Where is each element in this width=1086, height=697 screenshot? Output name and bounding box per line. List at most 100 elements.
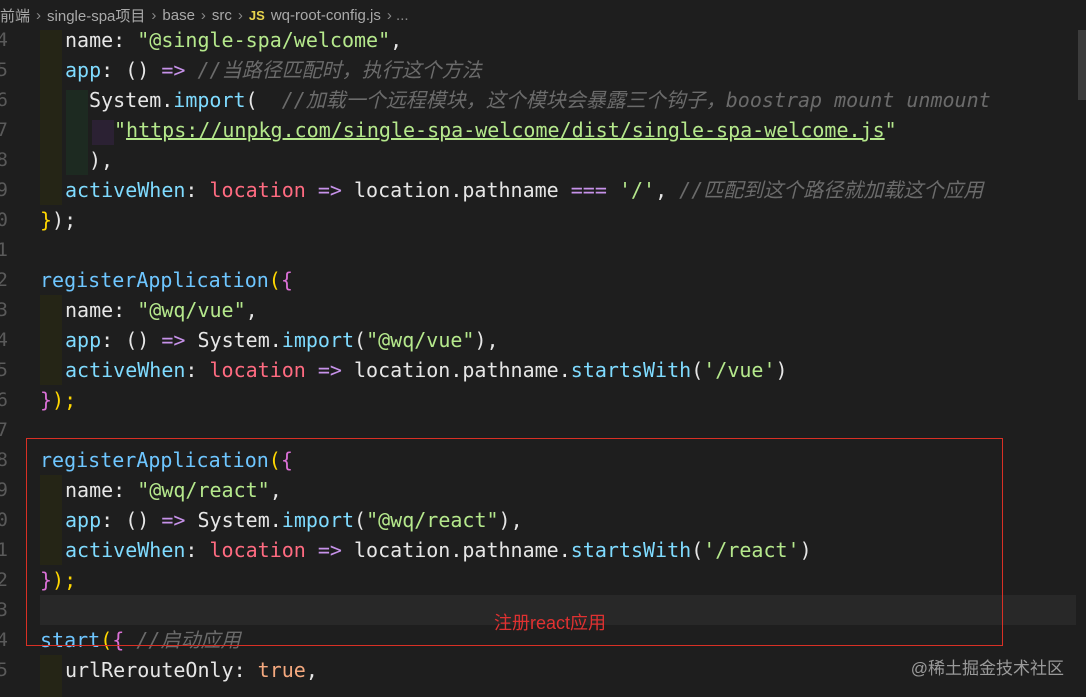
token: location.pathname.: [354, 358, 571, 382]
token: System: [89, 88, 162, 112]
line-number: 7: [0, 419, 8, 441]
line-number: 9: [0, 179, 8, 201]
token: (: [268, 268, 281, 292]
token: name: [65, 30, 114, 52]
token: '/vue': [703, 358, 776, 382]
token: =>: [305, 178, 355, 202]
breadcrumb-separator: ›: [36, 6, 42, 24]
token: true: [257, 658, 306, 682]
breadcrumb-item-src[interactable]: src: [212, 7, 232, 24]
token: import: [281, 328, 355, 352]
line-number: 5: [0, 659, 8, 681]
code-line: 8 ),: [0, 145, 1086, 175]
breadcrumb-item-base[interactable]: base: [162, 7, 195, 24]
code-text: name: "@wq/vue",: [65, 295, 258, 325]
token: =>: [305, 358, 355, 382]
code-line: 5 activeWhen: location => location.pathn…: [0, 355, 1086, 385]
code-line: 4 app: () => System.import("@wq/vue"),: [0, 325, 1086, 355]
token: app: [65, 328, 102, 352]
line-number: 7: [0, 119, 8, 141]
watermark: @稀土掘金技术社区: [910, 659, 1064, 678]
breadcrumb-item-project[interactable]: single-spa项目: [47, 5, 145, 26]
breadcrumb-item-file[interactable]: wq-root-config.js: [271, 7, 381, 24]
token: ": [884, 118, 897, 142]
line-number: 8: [0, 449, 8, 471]
token: ,: [245, 298, 258, 322]
token: startsWith: [570, 358, 692, 382]
token: :: [113, 298, 138, 322]
token: app: [65, 58, 102, 82]
line-number: 0: [0, 509, 8, 531]
token: location.pathname: [354, 178, 559, 202]
line-number: 4: [0, 30, 8, 51]
token: ),: [89, 148, 114, 172]
token: :: [233, 658, 258, 682]
breadcrumb: 前端 › single-spa项目 › base › src › JS wq-r…: [0, 0, 1086, 30]
breadcrumb-item-frontend[interactable]: 前端: [0, 5, 30, 26]
token: (: [691, 358, 704, 382]
code-line: 6 });: [0, 385, 1086, 415]
line-number: 6: [0, 89, 8, 111]
code-line: 2 registerApplication({: [0, 265, 1086, 295]
code-text: registerApplication({: [40, 265, 293, 295]
token: .: [161, 88, 174, 112]
token: ),: [474, 328, 499, 352]
code-text: });: [40, 205, 76, 235]
line-number: 5: [0, 359, 8, 381]
code-text: "https://unpkg.com/single-spa-welcome/di…: [114, 115, 897, 145]
token: :: [101, 58, 126, 82]
token: :: [101, 328, 126, 352]
comment: //加载一个远程模块，这个模块会暴露三个钩子，boostrap mount un…: [281, 88, 991, 112]
token: .: [269, 328, 282, 352]
token: );: [52, 208, 77, 232]
breadcrumb-separator: ›: [151, 6, 157, 24]
token: name: [65, 298, 114, 322]
code-text: ),: [89, 145, 113, 175]
code-line: 7 "https://unpkg.com/single-spa-welcome/…: [0, 115, 1086, 145]
code-text: });: [40, 385, 76, 415]
token: activeWhen: [65, 358, 186, 382]
line-number: 1: [0, 539, 8, 561]
breadcrumb-separator: ›: [237, 6, 243, 24]
line-number: 2: [0, 569, 8, 591]
line-number: 5: [0, 59, 8, 81]
token: import: [173, 88, 246, 112]
token: =>: [161, 58, 186, 82]
token: ": [114, 118, 127, 142]
breadcrumb-trailing[interactable]: › ...: [387, 7, 409, 24]
url-link[interactable]: https://unpkg.com/single-spa-welcome/dis…: [126, 118, 885, 142]
code-line: 0 });: [0, 205, 1086, 235]
token: System: [197, 328, 270, 352]
token: :: [113, 30, 138, 52]
token: ,: [390, 30, 403, 52]
token: );: [52, 388, 77, 412]
token: }: [40, 388, 53, 412]
code-line: 4 name: "@single-spa/welcome",: [0, 30, 1086, 55]
code-text: activeWhen: location => location.pathnam…: [65, 175, 983, 205]
line-number: 4: [0, 629, 8, 651]
token: ,: [305, 658, 318, 682]
code-text: activeWhen: location => location.pathnam…: [65, 355, 788, 385]
js-file-icon: JS: [248, 7, 265, 23]
line-number: 1: [0, 239, 8, 261]
token: registerApplication: [40, 268, 269, 292]
token: "@single-spa/welcome": [137, 30, 391, 52]
token: location: [209, 358, 306, 382]
line-number: 0: [0, 209, 8, 231]
token: =>: [161, 328, 186, 352]
token: location: [209, 178, 306, 202]
code-line: 3 name: "@wq/vue",: [0, 295, 1086, 325]
token: :: [185, 358, 210, 382]
code-text: name: "@single-spa/welcome",: [65, 30, 402, 55]
code-text: app: () => //当路径匹配时，执行这个方法: [65, 55, 482, 85]
line-number: 3: [0, 599, 8, 621]
line-number: 6: [0, 389, 8, 411]
comment: //当路径匹配时，执行这个方法: [197, 58, 482, 82]
breadcrumb-separator: ›: [200, 6, 206, 24]
code-line: 1: [0, 235, 1086, 265]
token: ,: [655, 178, 680, 202]
comment: //匹配到这个路径就加载这个应用: [679, 178, 984, 202]
vertical-scrollbar[interactable]: [1078, 30, 1086, 100]
code-text: System.import( //加载一个远程模块，这个模块会暴露三个钩子，bo…: [89, 85, 991, 115]
